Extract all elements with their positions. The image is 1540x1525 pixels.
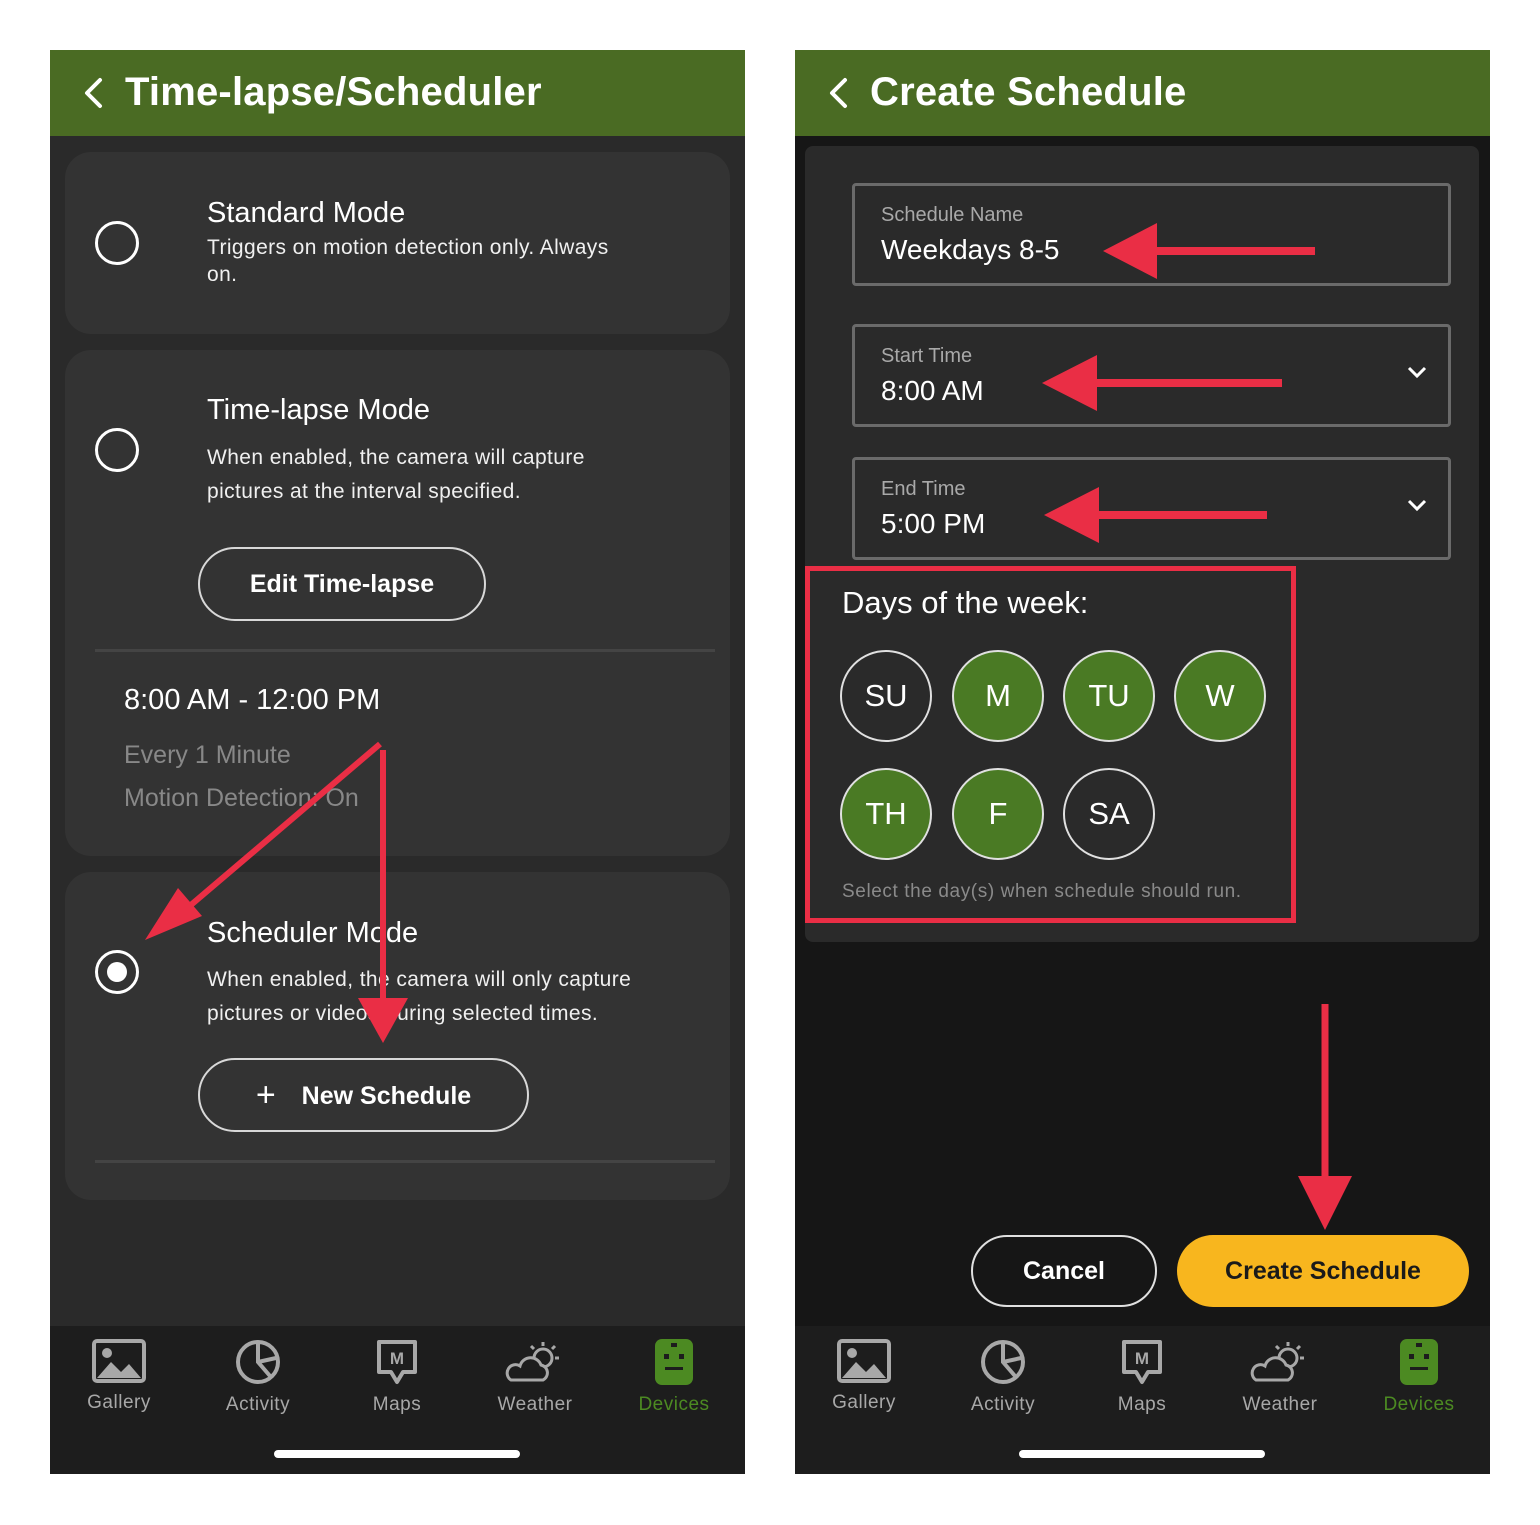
arrow-head [145,888,202,940]
create-schedule-screen: Create Schedule Schedule Name Weekdays 8… [795,50,1490,1474]
arrow-head [358,998,408,1043]
annotation-arrows [1042,223,1352,1230]
arrow-head [1044,487,1099,543]
arrow-head [1103,223,1157,279]
arrow-head [1042,355,1097,411]
timelapse-scheduler-screen: Time-lapse/Scheduler Standard Mode Trigg… [50,50,745,1474]
arrow-head [1298,1176,1352,1230]
annotation-arrows [145,741,408,1043]
